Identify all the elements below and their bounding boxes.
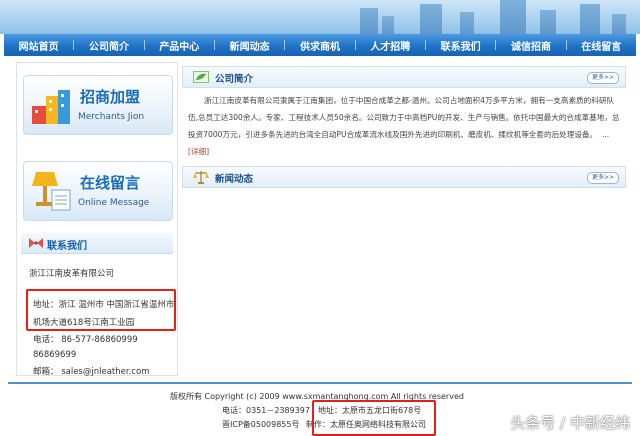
nav-business[interactable]: 供求商机 (285, 38, 354, 53)
phone-line-1: 电话： 86-577-86860999 (33, 335, 138, 345)
lamp-notepad-icon (32, 172, 71, 211)
nav-jobs[interactable]: 人才招聘 (356, 38, 425, 53)
email-line: 邮箱： sales@jnleather.com (33, 367, 150, 377)
about-line-4: 机等全套的后处理设备。 (513, 130, 598, 139)
contact-heading: 联系我们 (47, 241, 87, 252)
nav-investment[interactable]: 诚信招商 (496, 38, 565, 53)
merchants-subtitle: Merchants Jion (78, 112, 145, 122)
building-blocks-icon (32, 90, 70, 124)
merchants-title: 招商加盟 (80, 88, 141, 106)
header-banner (0, 0, 640, 34)
merchants-banner[interactable]: 招商加盟 Merchants Jion (23, 75, 173, 135)
nav-about[interactable]: 公司简介 (74, 38, 143, 53)
footer-icp[interactable]: 晋ICP备05009855号 (222, 419, 300, 430)
address-highlight-box (26, 289, 176, 331)
scales-icon (193, 171, 209, 184)
message-title: 在线留言 (80, 174, 141, 192)
footer-highlight-box (312, 400, 436, 436)
message-banner[interactable]: 在线留言 Online Message (23, 161, 173, 221)
about-ellipsis: ... (601, 130, 610, 139)
nav-news[interactable]: 新闻动态 (215, 38, 284, 53)
nav-home[interactable]: 网站首页 (4, 38, 73, 53)
main-nav: 网站首页 公司简介 产品中心 新闻动态 供求商机 人才招聘 联系我们 诚信招商 … (4, 34, 636, 56)
company-name: 浙江江南皮革有限公司 (29, 269, 115, 279)
about-more-button[interactable]: 更多>> (587, 72, 619, 84)
watermark: 头条号 / 中新经纬 (510, 414, 630, 432)
about-line-1: 浙江江南皮革有限公司隶属于江南集团，位于中国合成革之都-温州。公司占地面积4万多… (204, 96, 584, 105)
nav-message[interactable]: 在线留言 (567, 38, 636, 53)
about-text: 浙江江南皮革有限公司隶属于江南集团，位于中国合成革之都-温州。公司占地面积4万多… (188, 92, 620, 160)
footer-divider (8, 382, 632, 384)
message-subtitle: Online Message (78, 198, 150, 208)
about-title: 公司简介 (215, 74, 254, 85)
phone-line-2: 86869699 (33, 350, 77, 360)
bowtie-icon (29, 238, 43, 248)
leaf-icon (193, 71, 209, 83)
about-section-bar: 公司简介 更多>> (182, 66, 626, 88)
news-section-bar: 新闻动态 更多>> (182, 166, 626, 188)
about-detail-link[interactable]: [详细] (188, 147, 209, 156)
nav-products[interactable]: 产品中心 (145, 38, 214, 53)
nav-contact[interactable]: 联系我们 (426, 38, 495, 53)
contact-heading-bar: 联系我们 (21, 233, 173, 254)
footer-phone: 电话：0351－2389397 (222, 406, 310, 415)
news-title: 新闻动态 (215, 174, 254, 185)
news-more-button[interactable]: 更多>> (587, 172, 619, 184)
